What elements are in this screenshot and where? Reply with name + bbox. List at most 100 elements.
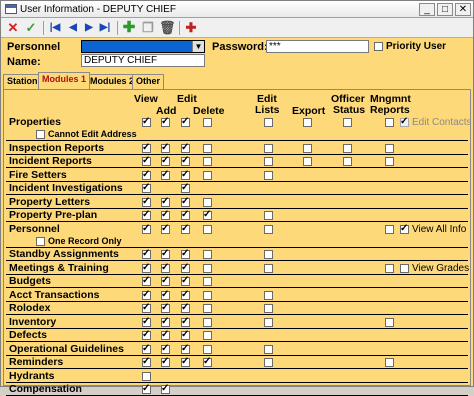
edit-checkbox[interactable] <box>181 262 190 273</box>
next-record-icon[interactable]: ▶ <box>81 20 97 36</box>
del-checkbox[interactable] <box>203 197 212 207</box>
first-aid-icon[interactable]: ✚ <box>183 20 199 36</box>
password-field[interactable]: *** <box>266 40 369 53</box>
mngmnt-checkbox[interactable] <box>385 118 394 127</box>
del-checkbox[interactable] <box>203 304 212 313</box>
lists-checkbox[interactable] <box>264 170 273 180</box>
mngmnt-checkbox[interactable] <box>385 224 394 234</box>
del-checkbox[interactable] <box>203 356 212 367</box>
del-checkbox[interactable] <box>203 290 212 300</box>
mngmnt-checkbox[interactable] <box>385 263 394 273</box>
add-checkbox[interactable] <box>161 169 170 180</box>
extra-option-checkbox[interactable] <box>400 263 409 273</box>
add-checkbox[interactable] <box>161 383 170 394</box>
edit-checkbox[interactable] <box>181 209 190 220</box>
del-checkbox[interactable] <box>203 317 212 327</box>
del-checkbox[interactable] <box>203 118 212 127</box>
mngmnt-checkbox[interactable] <box>385 157 394 166</box>
last-record-icon[interactable]: ▶| <box>97 20 113 36</box>
lists-checkbox[interactable] <box>264 358 273 367</box>
add-checkbox[interactable] <box>161 275 170 286</box>
edit-checkbox[interactable] <box>181 329 190 340</box>
edit-checkbox[interactable] <box>181 289 190 300</box>
first-record-icon[interactable]: |◀ <box>47 20 63 36</box>
del-checkbox[interactable] <box>203 143 212 153</box>
officer-checkbox[interactable] <box>343 157 352 166</box>
del-checkbox[interactable] <box>203 170 212 180</box>
lists-checkbox[interactable] <box>264 317 273 327</box>
lists-checkbox[interactable] <box>264 250 273 259</box>
del-checkbox[interactable] <box>203 209 212 220</box>
add-checkbox[interactable] <box>161 302 170 313</box>
del-checkbox[interactable] <box>203 250 212 259</box>
view-checkbox[interactable] <box>142 155 151 166</box>
add-checkbox[interactable] <box>161 155 170 166</box>
add-checkbox[interactable] <box>161 289 170 300</box>
del-checkbox[interactable] <box>203 277 212 286</box>
check-icon[interactable]: ✓ <box>23 20 39 36</box>
edit-checkbox[interactable] <box>181 248 190 259</box>
del-checkbox[interactable] <box>203 157 212 166</box>
chevron-down-icon[interactable]: ▼ <box>192 41 204 52</box>
tab-modules-2[interactable]: Modules 2 <box>86 74 139 89</box>
lists-checkbox[interactable] <box>264 263 273 273</box>
view-checkbox[interactable] <box>142 316 151 327</box>
lists-checkbox[interactable] <box>264 344 273 354</box>
view-checkbox[interactable] <box>142 383 151 394</box>
add-checkbox[interactable] <box>161 142 170 153</box>
view-checkbox[interactable] <box>142 182 151 193</box>
lists-checkbox[interactable] <box>264 290 273 300</box>
view-checkbox[interactable] <box>142 116 151 127</box>
officer-checkbox[interactable] <box>343 143 352 153</box>
view-checkbox[interactable] <box>142 248 151 259</box>
view-checkbox[interactable] <box>142 329 151 340</box>
add-checkbox[interactable] <box>161 262 170 273</box>
edit-checkbox[interactable] <box>181 169 190 180</box>
add-checkbox[interactable] <box>161 116 170 127</box>
edit-checkbox[interactable] <box>181 182 190 193</box>
extra-option-checkbox[interactable] <box>400 116 409 127</box>
view-checkbox[interactable] <box>142 169 151 180</box>
extra-option-checkbox[interactable] <box>400 223 409 234</box>
lists-checkbox[interactable] <box>264 118 273 127</box>
tab-station[interactable]: Station <box>3 74 42 89</box>
edit-checkbox[interactable] <box>181 142 190 153</box>
tab-modules-1[interactable]: Modules 1 <box>38 72 91 89</box>
del-checkbox[interactable] <box>203 263 212 273</box>
officer-checkbox[interactable] <box>343 118 352 127</box>
view-checkbox[interactable] <box>142 262 151 273</box>
lists-checkbox[interactable] <box>264 211 273 220</box>
sub-option-checkbox[interactable] <box>36 236 45 246</box>
view-checkbox[interactable] <box>142 223 151 234</box>
add-checkbox[interactable] <box>161 223 170 234</box>
personnel-dropdown[interactable]: ▼ <box>81 40 205 53</box>
copy-icon[interactable]: ❐ <box>140 20 156 36</box>
view-checkbox[interactable] <box>142 302 151 313</box>
add-checkbox[interactable] <box>161 316 170 327</box>
edit-checkbox[interactable] <box>181 116 190 127</box>
view-checkbox[interactable] <box>142 356 151 367</box>
minimize-button[interactable]: _ <box>419 2 435 16</box>
view-checkbox[interactable] <box>142 289 151 300</box>
edit-checkbox[interactable] <box>181 343 190 354</box>
add-checkbox[interactable] <box>161 356 170 367</box>
view-checkbox[interactable] <box>142 275 151 286</box>
view-checkbox[interactable] <box>142 371 151 381</box>
view-checkbox[interactable] <box>142 196 151 207</box>
view-checkbox[interactable] <box>142 343 151 354</box>
export-checkbox[interactable] <box>303 143 312 153</box>
edit-checkbox[interactable] <box>181 316 190 327</box>
edit-checkbox[interactable] <box>181 356 190 367</box>
priority-user-checkbox[interactable] <box>374 42 383 51</box>
cancel-icon[interactable]: ✕ <box>5 20 21 36</box>
edit-checkbox[interactable] <box>181 275 190 286</box>
lists-checkbox[interactable] <box>264 157 273 166</box>
close-button[interactable]: ✕ <box>455 2 471 16</box>
previous-record-icon[interactable]: ◀ <box>65 20 81 36</box>
view-checkbox[interactable] <box>142 142 151 153</box>
edit-checkbox[interactable] <box>181 302 190 313</box>
export-checkbox[interactable] <box>303 157 312 166</box>
name-field[interactable]: DEPUTY CHIEF <box>81 54 205 67</box>
delete-icon[interactable]: 🗑 <box>159 20 176 36</box>
add-icon[interactable]: ✚ <box>121 20 137 36</box>
